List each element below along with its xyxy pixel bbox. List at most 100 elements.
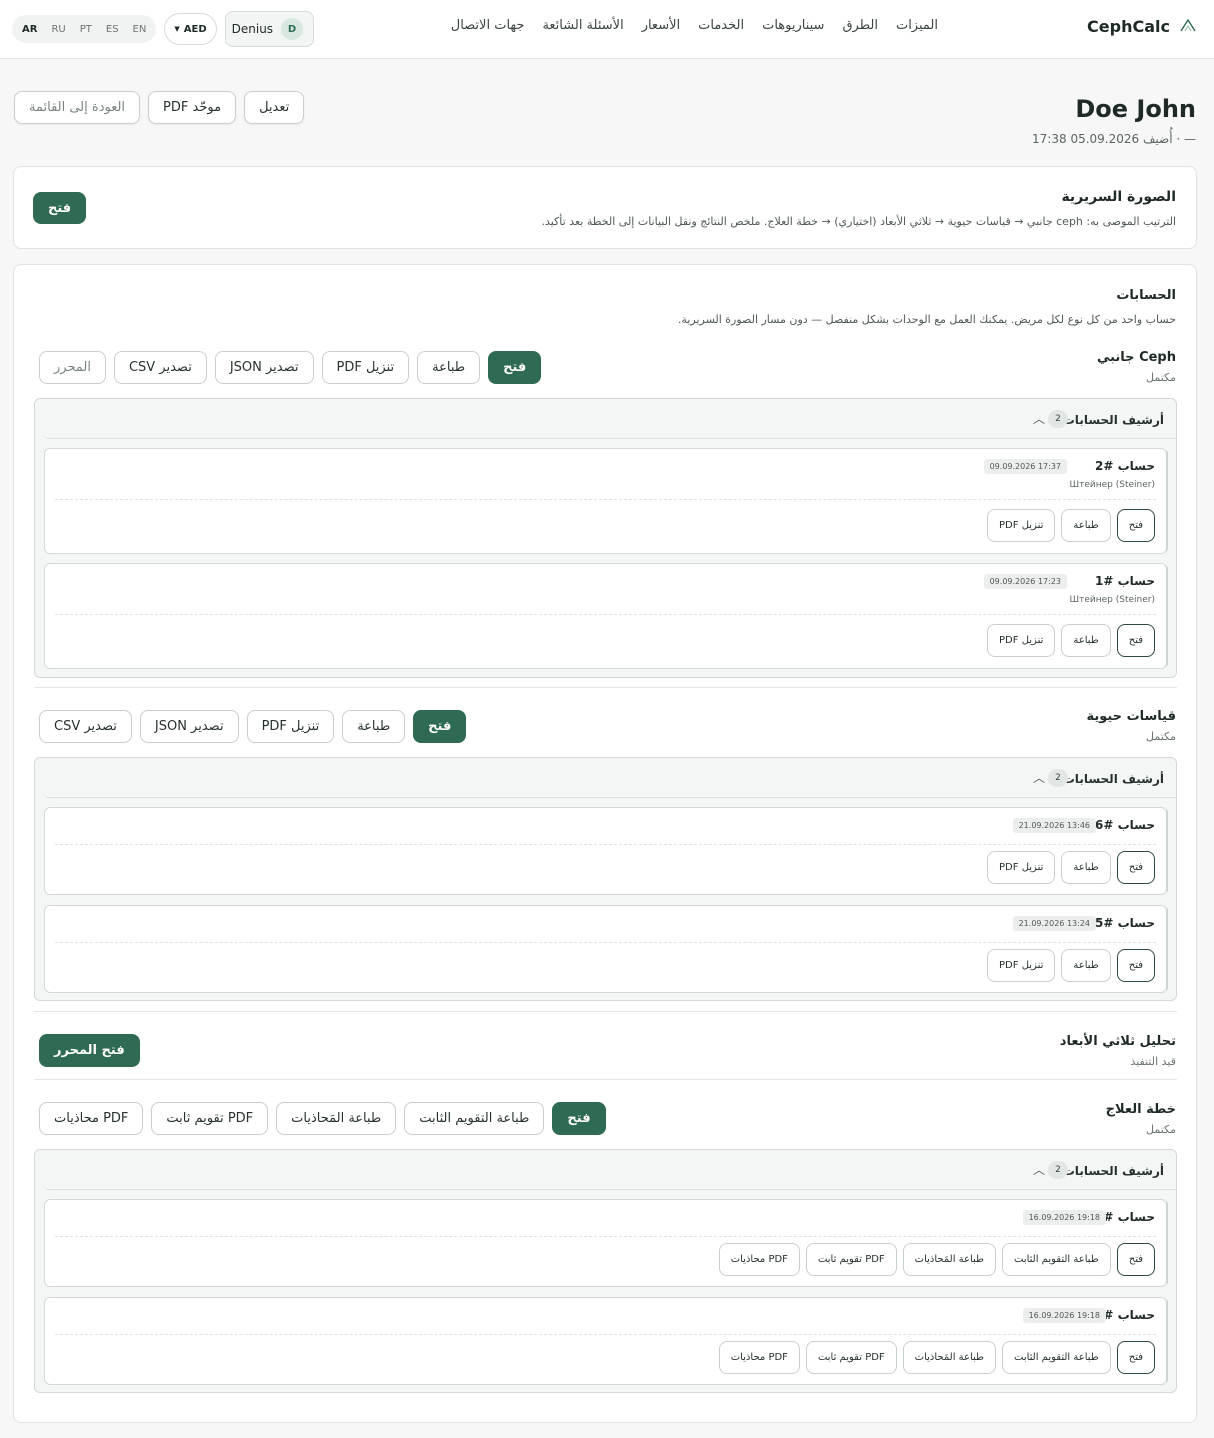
entry-divider (55, 844, 1156, 845)
bio-archive-header[interactable]: أرشيف الحسابات 2 ︿ (43, 758, 1176, 798)
archive-entry: حساب #2 09.09.2026 17:37 Штейнер (Steine… (44, 448, 1168, 554)
lang-ar[interactable]: AR (16, 20, 43, 39)
entry-print-button[interactable]: طباعة (1061, 949, 1111, 982)
top-navbar: AR RU PT ES EN ▼ AED Denius D الميزات ال… (0, 0, 1214, 59)
entry-open-button[interactable]: فتح (1116, 509, 1155, 542)
lang-ru[interactable]: RU (45, 20, 71, 39)
ceph-module-actions: فتح طباعة تنزيل PDF تصدير JSON تصدير CSV… (39, 351, 542, 384)
nav-link-pricing[interactable]: الأسعار (642, 18, 680, 40)
archive-count-badge: 2 (1048, 769, 1068, 787)
nav-links: الميزات الطرق سيناريوهات الخدمات الأسعار… (451, 18, 938, 40)
plan-print-aligners-button[interactable]: طباعة المَحاذيات (276, 1102, 397, 1135)
threed-module-name: تحليل ثلاثي الأبعاد (1059, 1034, 1176, 1049)
ceph-archive: أرشيف الحسابات 2 ︿ حساب #2 09.09.2026 17… (34, 398, 1177, 678)
currency-select[interactable]: ▼ AED (164, 13, 217, 45)
entry-pdf-fixed-button[interactable]: PDF تقويم ثابت (805, 1341, 897, 1374)
entry-divider (55, 942, 1156, 943)
user-menu[interactable]: Denius D (224, 11, 315, 47)
lang-pt[interactable]: PT (74, 20, 98, 39)
entry-print-button[interactable]: طباعة (1061, 624, 1111, 657)
archive-entry: حساب #1 16.09.2026 19:18 فتح طباعة التقو… (44, 1297, 1168, 1385)
caret-down-icon: ▼ (174, 25, 180, 33)
lang-en[interactable]: EN (127, 20, 153, 39)
brand[interactable]: CephCalc (1087, 16, 1198, 36)
entry-print-aligners-button[interactable]: طباعة المَحاذيات (902, 1341, 997, 1374)
archive-title: أرشيف الحسابات (1062, 1164, 1164, 1178)
entry-download-pdf-button[interactable]: تنزيل PDF (987, 509, 1056, 542)
bio-download-pdf-button[interactable]: تنزيل PDF (246, 710, 335, 743)
plan-archive-header[interactable]: أرشيف الحسابات 2 ︿ (43, 1150, 1176, 1190)
plan-pdf-aligners-button[interactable]: PDF محاذيات (39, 1102, 144, 1135)
lang-es[interactable]: ES (100, 20, 125, 39)
entry-pdf-fixed-button[interactable]: PDF تقويم ثابت (805, 1243, 897, 1276)
chevron-up-icon[interactable]: ︿ (1033, 410, 1045, 427)
bio-print-button[interactable]: طباعة (342, 710, 406, 743)
nav-link-methods[interactable]: الطرق (842, 18, 878, 40)
nav-link-scenarios[interactable]: سيناريوهات (762, 18, 824, 40)
threed-open-editor-button[interactable]: فتح المحرر (39, 1034, 140, 1067)
entry-date-badge: 09.09.2026 17:37 (983, 459, 1067, 474)
entry-pdf-aligners-button[interactable]: PDF محاذيات (718, 1341, 800, 1374)
entry-open-button[interactable]: فتح (1116, 624, 1155, 657)
entry-open-button[interactable]: فتح (1116, 1243, 1155, 1276)
entry-name: حساب #16 (1087, 818, 1155, 832)
threed-module-status: قيد التنفيذ (1130, 1055, 1176, 1068)
nav-link-services[interactable]: الخدمات (698, 18, 744, 40)
ceph-print-button[interactable]: طباعة (417, 351, 481, 384)
clinical-picture-open-button[interactable]: فتح (33, 192, 87, 224)
entry-print-button[interactable]: طباعة (1061, 509, 1111, 542)
nav-link-features[interactable]: الميزات (896, 18, 938, 40)
calculations-card: الحسابات حساب واحد من كل نوع لكل مريض. ي… (13, 264, 1197, 1423)
entry-download-pdf-button[interactable]: تنزيل PDF (987, 624, 1056, 657)
calculations-subtitle: حساب واحد من كل نوع لكل مريض. يمكنك العم… (677, 313, 1176, 326)
back-to-list-button[interactable]: العودة إلى القائمة (14, 91, 141, 124)
ceph-module-name: Ceph جانبي (1096, 350, 1176, 365)
bio-open-button[interactable]: فتح (413, 710, 467, 743)
edit-patient-button[interactable]: تعديل (244, 91, 305, 124)
chevron-up-icon[interactable]: ︿ (1033, 769, 1045, 786)
bio-module-status: مكتمل (1146, 730, 1176, 743)
archive-entry: حساب #16 21.09.2026 13:46 فتح طباعة تنزي… (44, 807, 1168, 895)
entry-print-aligners-button[interactable]: طباعة المَحاذيات (902, 1243, 997, 1276)
plan-open-button[interactable]: فتح (552, 1102, 606, 1135)
entry-open-button[interactable]: فتح (1116, 851, 1155, 884)
ceph-editor-button[interactable]: المحرر (39, 351, 106, 384)
entry-pdf-aligners-button[interactable]: PDF محاذيات (718, 1243, 800, 1276)
combined-pdf-button[interactable]: PDF موحّد (148, 91, 237, 124)
entry-open-button[interactable]: فتح (1116, 1341, 1155, 1374)
entry-actions: فتح طباعة تنزيل PDF (987, 624, 1155, 657)
entry-print-fixed-button[interactable]: طباعة التقويم الثابت (1002, 1243, 1111, 1276)
archive-count-badge: 2 (1048, 410, 1068, 428)
user-name: Denius (231, 22, 274, 36)
archive-title: أرشيف الحسابات (1062, 772, 1164, 786)
tooth-logo-icon (1180, 18, 1196, 32)
nav-link-faq[interactable]: الأسئلة الشائعة (542, 18, 623, 40)
ceph-download-pdf-button[interactable]: تنزيل PDF (321, 351, 410, 384)
ceph-archive-header[interactable]: أرشيف الحسابات 2 ︿ (43, 399, 1176, 439)
entry-divider (55, 614, 1156, 615)
plan-pdf-fixed-button[interactable]: PDF تقويم ثابت (151, 1102, 269, 1135)
archive-entry: حساب #1 09.09.2026 17:23 Штейнер (Steine… (44, 563, 1168, 669)
module-divider (34, 1011, 1177, 1012)
entry-print-fixed-button[interactable]: طباعة التقويم الثابت (1002, 1341, 1111, 1374)
entry-download-pdf-button[interactable]: تنزيل PDF (987, 949, 1056, 982)
bio-export-json-button[interactable]: تصدير JSON (139, 710, 239, 743)
ceph-export-json-button[interactable]: تصدير JSON (214, 351, 314, 384)
chevron-up-icon[interactable]: ︿ (1033, 1161, 1045, 1178)
module-divider (34, 687, 1177, 688)
patient-meta: — · أُضيف 05.09.2026 17:38 (1032, 132, 1196, 146)
ceph-export-csv-button[interactable]: تصدير CSV (113, 351, 207, 384)
nav-link-contacts[interactable]: جهات الاتصال (451, 18, 525, 40)
plan-print-fixed-button[interactable]: طباعة التقويم الثابت (404, 1102, 545, 1135)
ceph-open-button[interactable]: فتح (488, 351, 542, 384)
archive-count-badge: 2 (1048, 1161, 1068, 1179)
bio-export-csv-button[interactable]: تصدير CSV (39, 710, 132, 743)
entry-print-button[interactable]: طباعة (1061, 851, 1111, 884)
plan-module-actions: فتح طباعة التقويم الثابت طباعة المَحاذيا… (39, 1102, 606, 1135)
entry-open-button[interactable]: فتح (1116, 949, 1155, 982)
plan-module-status: مكتمل (1146, 1123, 1176, 1136)
bio-archive: أرشيف الحسابات 2 ︿ حساب #16 21.09.2026 1… (34, 757, 1177, 1001)
entry-name: حساب #1 (1094, 574, 1155, 588)
entry-download-pdf-button[interactable]: تنزيل PDF (987, 851, 1056, 884)
entry-name: حساب #2 (1094, 459, 1155, 473)
